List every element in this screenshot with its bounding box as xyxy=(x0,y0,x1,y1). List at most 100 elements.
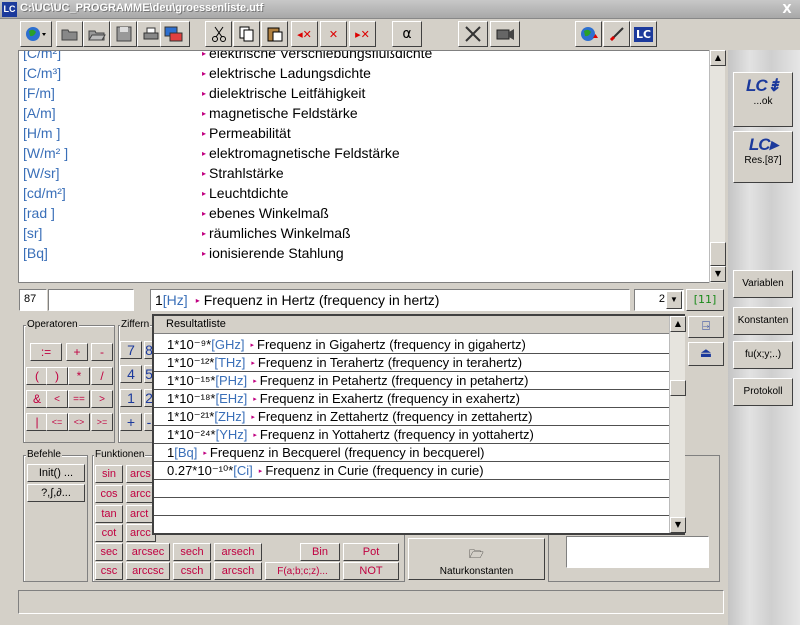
result-button[interactable]: LC▸ Res.[87] xyxy=(733,131,793,183)
scroll-down-icon[interactable]: ▼ xyxy=(670,517,686,533)
exit-insert-icon[interactable]: ⍈ xyxy=(688,316,724,338)
naturkonstanten-button[interactable]: 🗁 Naturkonstanten xyxy=(408,538,545,580)
scroll-down-icon[interactable]: ▼ xyxy=(710,266,726,282)
csc-key[interactable]: csc xyxy=(95,562,123,580)
screen-config-icon[interactable] xyxy=(160,21,190,47)
conversion-input[interactable]: 1[Hz] ▸ Frequenz in Hertz (frequency in he… xyxy=(150,289,630,311)
list-item[interactable]: [Bq] ▸ ionisierende Stahlung xyxy=(19,245,710,265)
digit-1-key[interactable]: 1 xyxy=(120,389,142,407)
globe-alert-icon[interactable] xyxy=(575,21,602,47)
result-row[interactable]: 0.27*10⁻¹⁰*[Ci] ▸ Frequenz in Curie (frequ… xyxy=(154,462,669,480)
konstanten-button[interactable]: Konstanten xyxy=(733,307,793,335)
list-item[interactable]: [C/m³] ▸ elektrische Ladungsdichte xyxy=(19,65,710,85)
scroll-thumb[interactable] xyxy=(670,380,686,396)
copy-icon[interactable] xyxy=(233,21,260,47)
plus-key[interactable]: + xyxy=(66,343,88,361)
unit-list[interactable]: [C/m²] ▸ elektrische Verschiebungsflußdich… xyxy=(18,50,711,283)
result-row[interactable]: 1*10⁻²¹*[ZHz] ▸ Frequenz in Zettahertz (fr… xyxy=(154,408,669,426)
scroll-up-icon[interactable]: ▲ xyxy=(670,316,686,332)
result-row[interactable]: 1*10⁻¹⁸*[EHz] ▸ Frequenz in Exahertz (freq… xyxy=(154,390,669,408)
cot-key[interactable]: cot xyxy=(95,524,123,542)
empty-row[interactable] xyxy=(154,516,669,534)
list-item[interactable]: [C/m²] ▸ elektrische Verschiebungsflußdich… xyxy=(19,51,710,65)
pen-icon[interactable] xyxy=(603,21,630,47)
info-field[interactable] xyxy=(566,536,709,568)
bin-key[interactable]: Bin xyxy=(300,543,340,561)
tools-icon[interactable] xyxy=(458,21,488,47)
alpha-icon[interactable]: α xyxy=(392,21,422,47)
greater-key[interactable]: > xyxy=(91,390,113,408)
list-item[interactable]: [H/m ] ▸ Permeabilität xyxy=(19,125,710,145)
result-row[interactable]: 1*10⁻²⁴*[YHz] ▸ Frequenz in Yottahertz (fr… xyxy=(154,426,669,444)
save-disk-icon[interactable] xyxy=(110,21,137,47)
cos-key[interactable]: cos xyxy=(95,485,123,503)
function-button[interactable]: fu(x;y;..) xyxy=(733,341,793,369)
scroll-up-icon[interactable]: ▲ xyxy=(710,50,726,66)
delete-left-icon[interactable]: ◂✕ xyxy=(291,21,318,47)
list-item[interactable]: [rad ] ▸ ebenes Winkelmaß xyxy=(19,205,710,225)
sech-key[interactable]: sech xyxy=(173,543,211,561)
not-equal-key[interactable]: <> xyxy=(68,413,90,431)
list-scrollbar[interactable]: ▲ ▼ xyxy=(709,50,726,283)
list-item[interactable]: [F/m] ▸ dielektrische Leitfähigkeit xyxy=(19,85,710,105)
fabc-key[interactable]: F(a;b;c;z)... xyxy=(265,562,340,580)
sec-key[interactable]: sec xyxy=(95,543,123,561)
cut-icon[interactable] xyxy=(205,21,232,47)
sin-key[interactable]: sin xyxy=(95,465,123,483)
list-item[interactable]: [sr] ▸ räumliches Winkelmaß xyxy=(19,225,710,245)
eject-icon[interactable]: ⏏ xyxy=(688,342,724,366)
less-key[interactable]: < xyxy=(46,390,68,408)
open-folder-icon[interactable] xyxy=(56,21,83,47)
arccsc-key[interactable]: arccsc xyxy=(126,562,170,580)
precision-select[interactable]: 2 ▼ xyxy=(634,289,684,311)
list-item[interactable]: [cd/m²] ▸ Leuchtdichte xyxy=(19,185,710,205)
less-equal-key[interactable]: <= xyxy=(46,413,68,431)
list-item[interactable]: [W/m² ] ▸ elektromagnetische Feldstärke xyxy=(19,145,710,165)
digit-4-key[interactable]: 4 xyxy=(120,365,142,383)
paste-icon[interactable] xyxy=(261,21,288,47)
result-row[interactable]: 1*10⁻¹⁵*[PHz] ▸ Frequenz in Petahertz (fre… xyxy=(154,372,669,390)
init-button[interactable]: Init() ... xyxy=(27,464,85,482)
result-scrollbar[interactable]: ▲ ▼ xyxy=(669,316,686,533)
globe-dropdown-icon[interactable] xyxy=(20,21,52,47)
open-file-icon[interactable] xyxy=(83,21,110,47)
pot-key[interactable]: Pot xyxy=(343,543,399,561)
greater-equal-key[interactable]: >= xyxy=(91,413,113,431)
close-paren-key[interactable]: ) xyxy=(46,367,68,385)
integral-button[interactable]: ?,∫,∂... xyxy=(27,484,85,502)
result-row[interactable]: 1*10⁻⁹*[GHz] ▸ Frequenz in Gigahertz (freq… xyxy=(154,336,669,354)
minus-key[interactable]: - xyxy=(91,343,113,361)
count-field[interactable]: 87 xyxy=(19,289,47,311)
protokoll-button[interactable]: Protokoll xyxy=(733,378,793,406)
divide-key[interactable]: / xyxy=(91,367,113,385)
ok-button[interactable]: LC⇟ ...ok xyxy=(733,72,793,127)
digit-plus-key[interactable]: + xyxy=(120,413,142,431)
empty-row[interactable] xyxy=(154,498,669,516)
result-list-popup[interactable]: Resultatliste 1*10⁻⁹*[GHz] ▸ Frequenz in G… xyxy=(152,314,686,535)
arcsec-key[interactable]: arcsec xyxy=(126,543,170,561)
equal-key[interactable]: == xyxy=(68,390,90,408)
tan-key[interactable]: tan xyxy=(95,505,123,523)
delete-middle-icon[interactable]: ✕ xyxy=(320,21,347,47)
multiply-key[interactable]: * xyxy=(68,367,90,385)
result-row[interactable]: 1*10⁻¹²*[THz] ▸ Frequenz in Terahertz (fre… xyxy=(154,354,669,372)
list-item[interactable]: [A/m] ▸ magnetische Feldstärke xyxy=(19,105,710,125)
open-paren-key[interactable]: ( xyxy=(26,367,48,385)
lc-logo-icon[interactable]: LC xyxy=(630,21,657,47)
and-key[interactable]: & xyxy=(26,390,48,408)
or-key[interactable]: | xyxy=(26,413,48,431)
arcsch-key[interactable]: arcsch xyxy=(214,562,262,580)
empty-row[interactable] xyxy=(154,480,669,498)
arsech-key[interactable]: arsech xyxy=(214,543,262,561)
csch-key[interactable]: csch xyxy=(173,562,211,580)
blank-field[interactable] xyxy=(48,289,134,311)
digit-7-key[interactable]: 7 xyxy=(120,341,142,359)
not-key[interactable]: NOT xyxy=(343,562,399,580)
close-button[interactable]: X xyxy=(777,1,797,18)
result-count-button[interactable]: [11] xyxy=(686,289,724,311)
list-item[interactable]: [W/sr] ▸ Strahlstärke xyxy=(19,165,710,185)
result-row[interactable]: 1[Bq] ▸ Frequenz in Becquerel (frequency i… xyxy=(154,444,669,462)
scroll-thumb[interactable] xyxy=(710,242,726,266)
delete-right-icon[interactable]: ▸✕ xyxy=(349,21,376,47)
chevron-down-icon[interactable]: ▼ xyxy=(666,291,682,309)
